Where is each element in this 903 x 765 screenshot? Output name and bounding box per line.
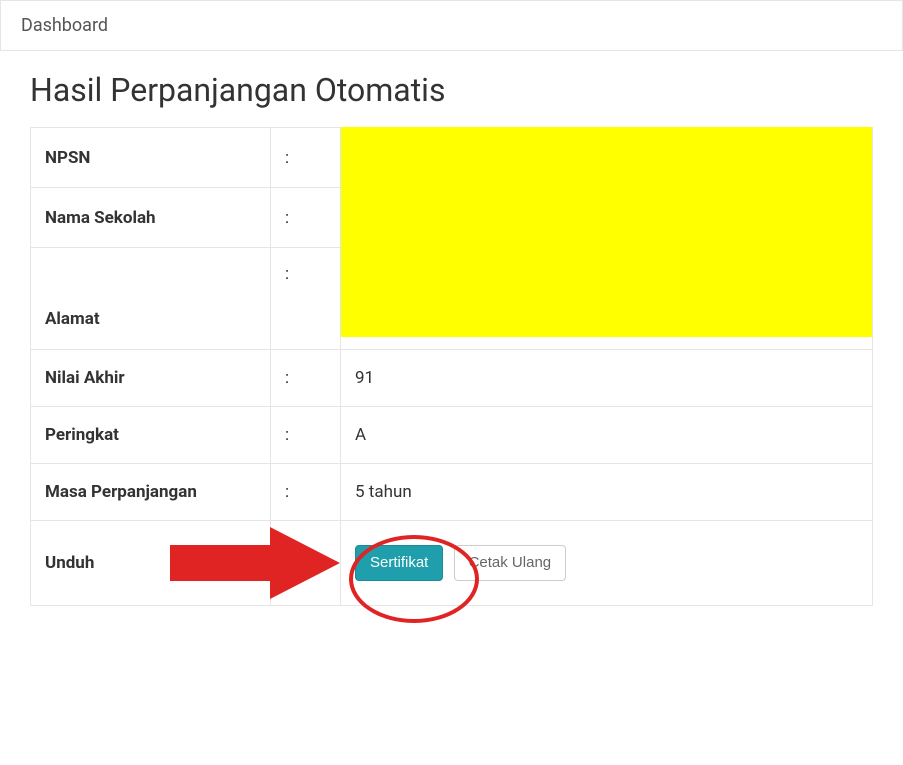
row-masa-perpanjangan: Masa Perpanjangan : 5 tahun [31,464,873,521]
redacted-block [341,187,872,248]
label-peringkat: Peringkat [31,407,271,464]
redacted-block [341,247,872,337]
value-npsn [341,128,873,188]
row-nama-sekolah: Nama Sekolah : [31,188,873,248]
breadcrumb[interactable]: Dashboard [0,0,903,51]
page-title: Hasil Perpanjangan Otomatis [30,71,873,109]
label-nilai-akhir: Nilai Akhir [31,350,271,407]
colon: : [271,464,341,521]
label-masa-perpanjangan: Masa Perpanjangan [31,464,271,521]
colon [271,521,341,606]
cetak-ulang-button[interactable]: Cetak Ulang [454,545,567,581]
colon: : [271,188,341,248]
value-masa-perpanjangan: 5 tahun [341,464,873,521]
main-content: Hasil Perpanjangan Otomatis NPSN : Nama … [0,51,903,636]
value-nama-sekolah [341,188,873,248]
breadcrumb-text: Dashboard [21,15,108,36]
value-alamat [341,248,873,350]
row-alamat: Alamat : [31,248,873,350]
colon: : [271,407,341,464]
redacted-block [341,127,872,188]
value-peringkat: A [341,407,873,464]
row-npsn: NPSN : [31,128,873,188]
colon: : [271,350,341,407]
label-alamat: Alamat [31,248,271,350]
label-npsn: NPSN [31,128,271,188]
sertifikat-button[interactable]: Sertifikat [355,545,443,581]
colon: : [271,248,341,350]
row-nilai-akhir: Nilai Akhir : 91 [31,350,873,407]
label-nama-sekolah: Nama Sekolah [31,188,271,248]
value-unduh: Sertifikat Cetak Ulang [341,521,873,606]
colon: : [271,128,341,188]
result-table: NPSN : Nama Sekolah : Alamat : Nilai Akh… [30,127,873,606]
row-unduh: Unduh Sertifikat Cetak Ulang [31,521,873,606]
row-peringkat: Peringkat : A [31,407,873,464]
value-nilai-akhir: 91 [341,350,873,407]
label-unduh: Unduh [31,521,271,606]
